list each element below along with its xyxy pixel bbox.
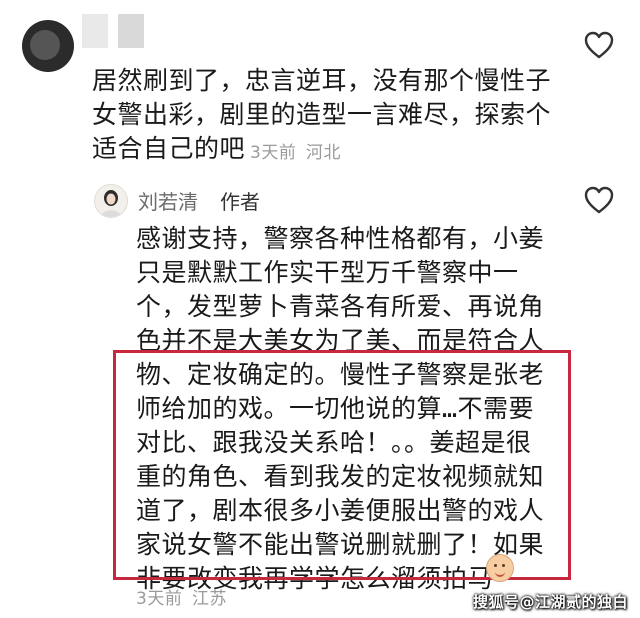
blurred-username-part — [118, 14, 144, 48]
reply-location: 江苏 — [192, 589, 227, 609]
author-avatar[interactable] — [94, 184, 128, 218]
blurred-username — [82, 14, 108, 48]
like-icon[interactable] — [584, 31, 614, 59]
like-icon[interactable] — [584, 186, 614, 214]
watermark: 搜狐号@江湖贰的独白 — [472, 593, 628, 611]
reply-text-top: 感谢支持，警察各种性格都有，小姜 只是默默工作实干型万千警察中一 个，发型萝卜青… — [136, 224, 545, 355]
smiling-face-emoji-icon — [486, 554, 514, 582]
red-highlight-box — [113, 350, 571, 580]
comment-location: 河北 — [306, 143, 341, 163]
commenter-avatar[interactable] — [22, 20, 74, 72]
comment-time: 3天前 — [250, 143, 297, 163]
author-badge: 作者 — [220, 190, 260, 214]
author-name[interactable]: 刘若清 — [138, 186, 198, 215]
reply-time: 3天前 — [136, 589, 183, 609]
